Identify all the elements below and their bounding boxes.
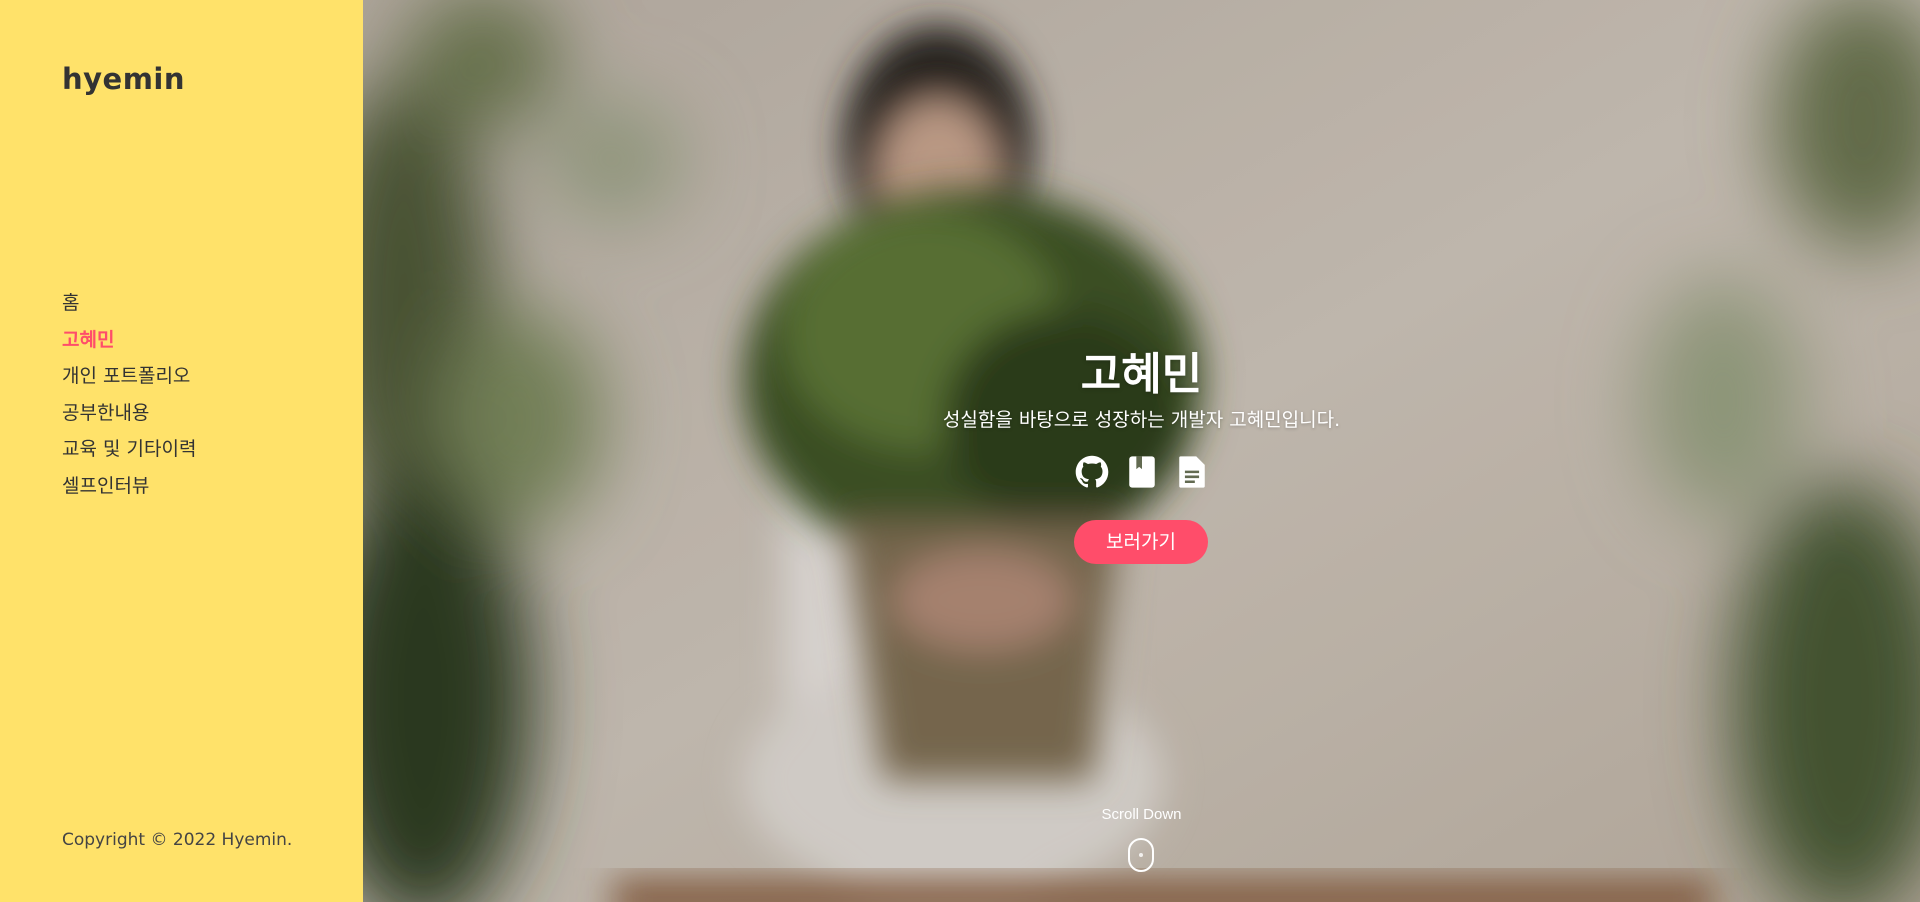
social-links — [363, 455, 1920, 489]
book-icon[interactable] — [1125, 455, 1159, 489]
document-icon[interactable] — [1175, 455, 1209, 489]
mouse-wheel — [1139, 853, 1143, 857]
logo[interactable]: hyemin — [62, 62, 185, 96]
mouse-scroll-icon[interactable] — [1128, 838, 1154, 872]
copyright: Copyright © 2022 Hyemin. — [62, 830, 293, 850]
sidebar-nav: 홈 고혜민 개인 포트폴리오 공부한내용 교육 및 기타이력 셀프인터뷰 — [62, 290, 196, 509]
github-icon[interactable] — [1075, 455, 1109, 489]
view-button[interactable]: 보러가기 — [1074, 520, 1208, 564]
hero-subtitle: 성실함을 바탕으로 성장하는 개발자 고혜민입니다. — [942, 409, 1341, 431]
hero-content: 고혜민 성실함을 바탕으로 성장하는 개발자 고혜민입니다. 보러가기 Scro… — [363, 0, 1920, 902]
nav-item-portfolio[interactable]: 개인 포트폴리오 — [62, 363, 196, 400]
nav-item-education[interactable]: 교육 및 기타이력 — [62, 436, 196, 473]
nav-item-about[interactable]: 고혜민 — [62, 327, 196, 364]
hero-title: 고혜민 — [1080, 349, 1203, 400]
nav-item-home[interactable]: 홈 — [62, 290, 196, 327]
scroll-down-label: Scroll Down — [1101, 806, 1182, 823]
hero-section: 고혜민 성실함을 바탕으로 성장하는 개발자 고혜민입니다. 보러가기 Scro… — [363, 0, 1920, 902]
sidebar: hyemin 홈 고혜민 개인 포트폴리오 공부한내용 교육 및 기타이력 셀프… — [0, 0, 363, 902]
nav-item-interview[interactable]: 셀프인터뷰 — [62, 473, 196, 510]
nav-item-study[interactable]: 공부한내용 — [62, 400, 196, 437]
